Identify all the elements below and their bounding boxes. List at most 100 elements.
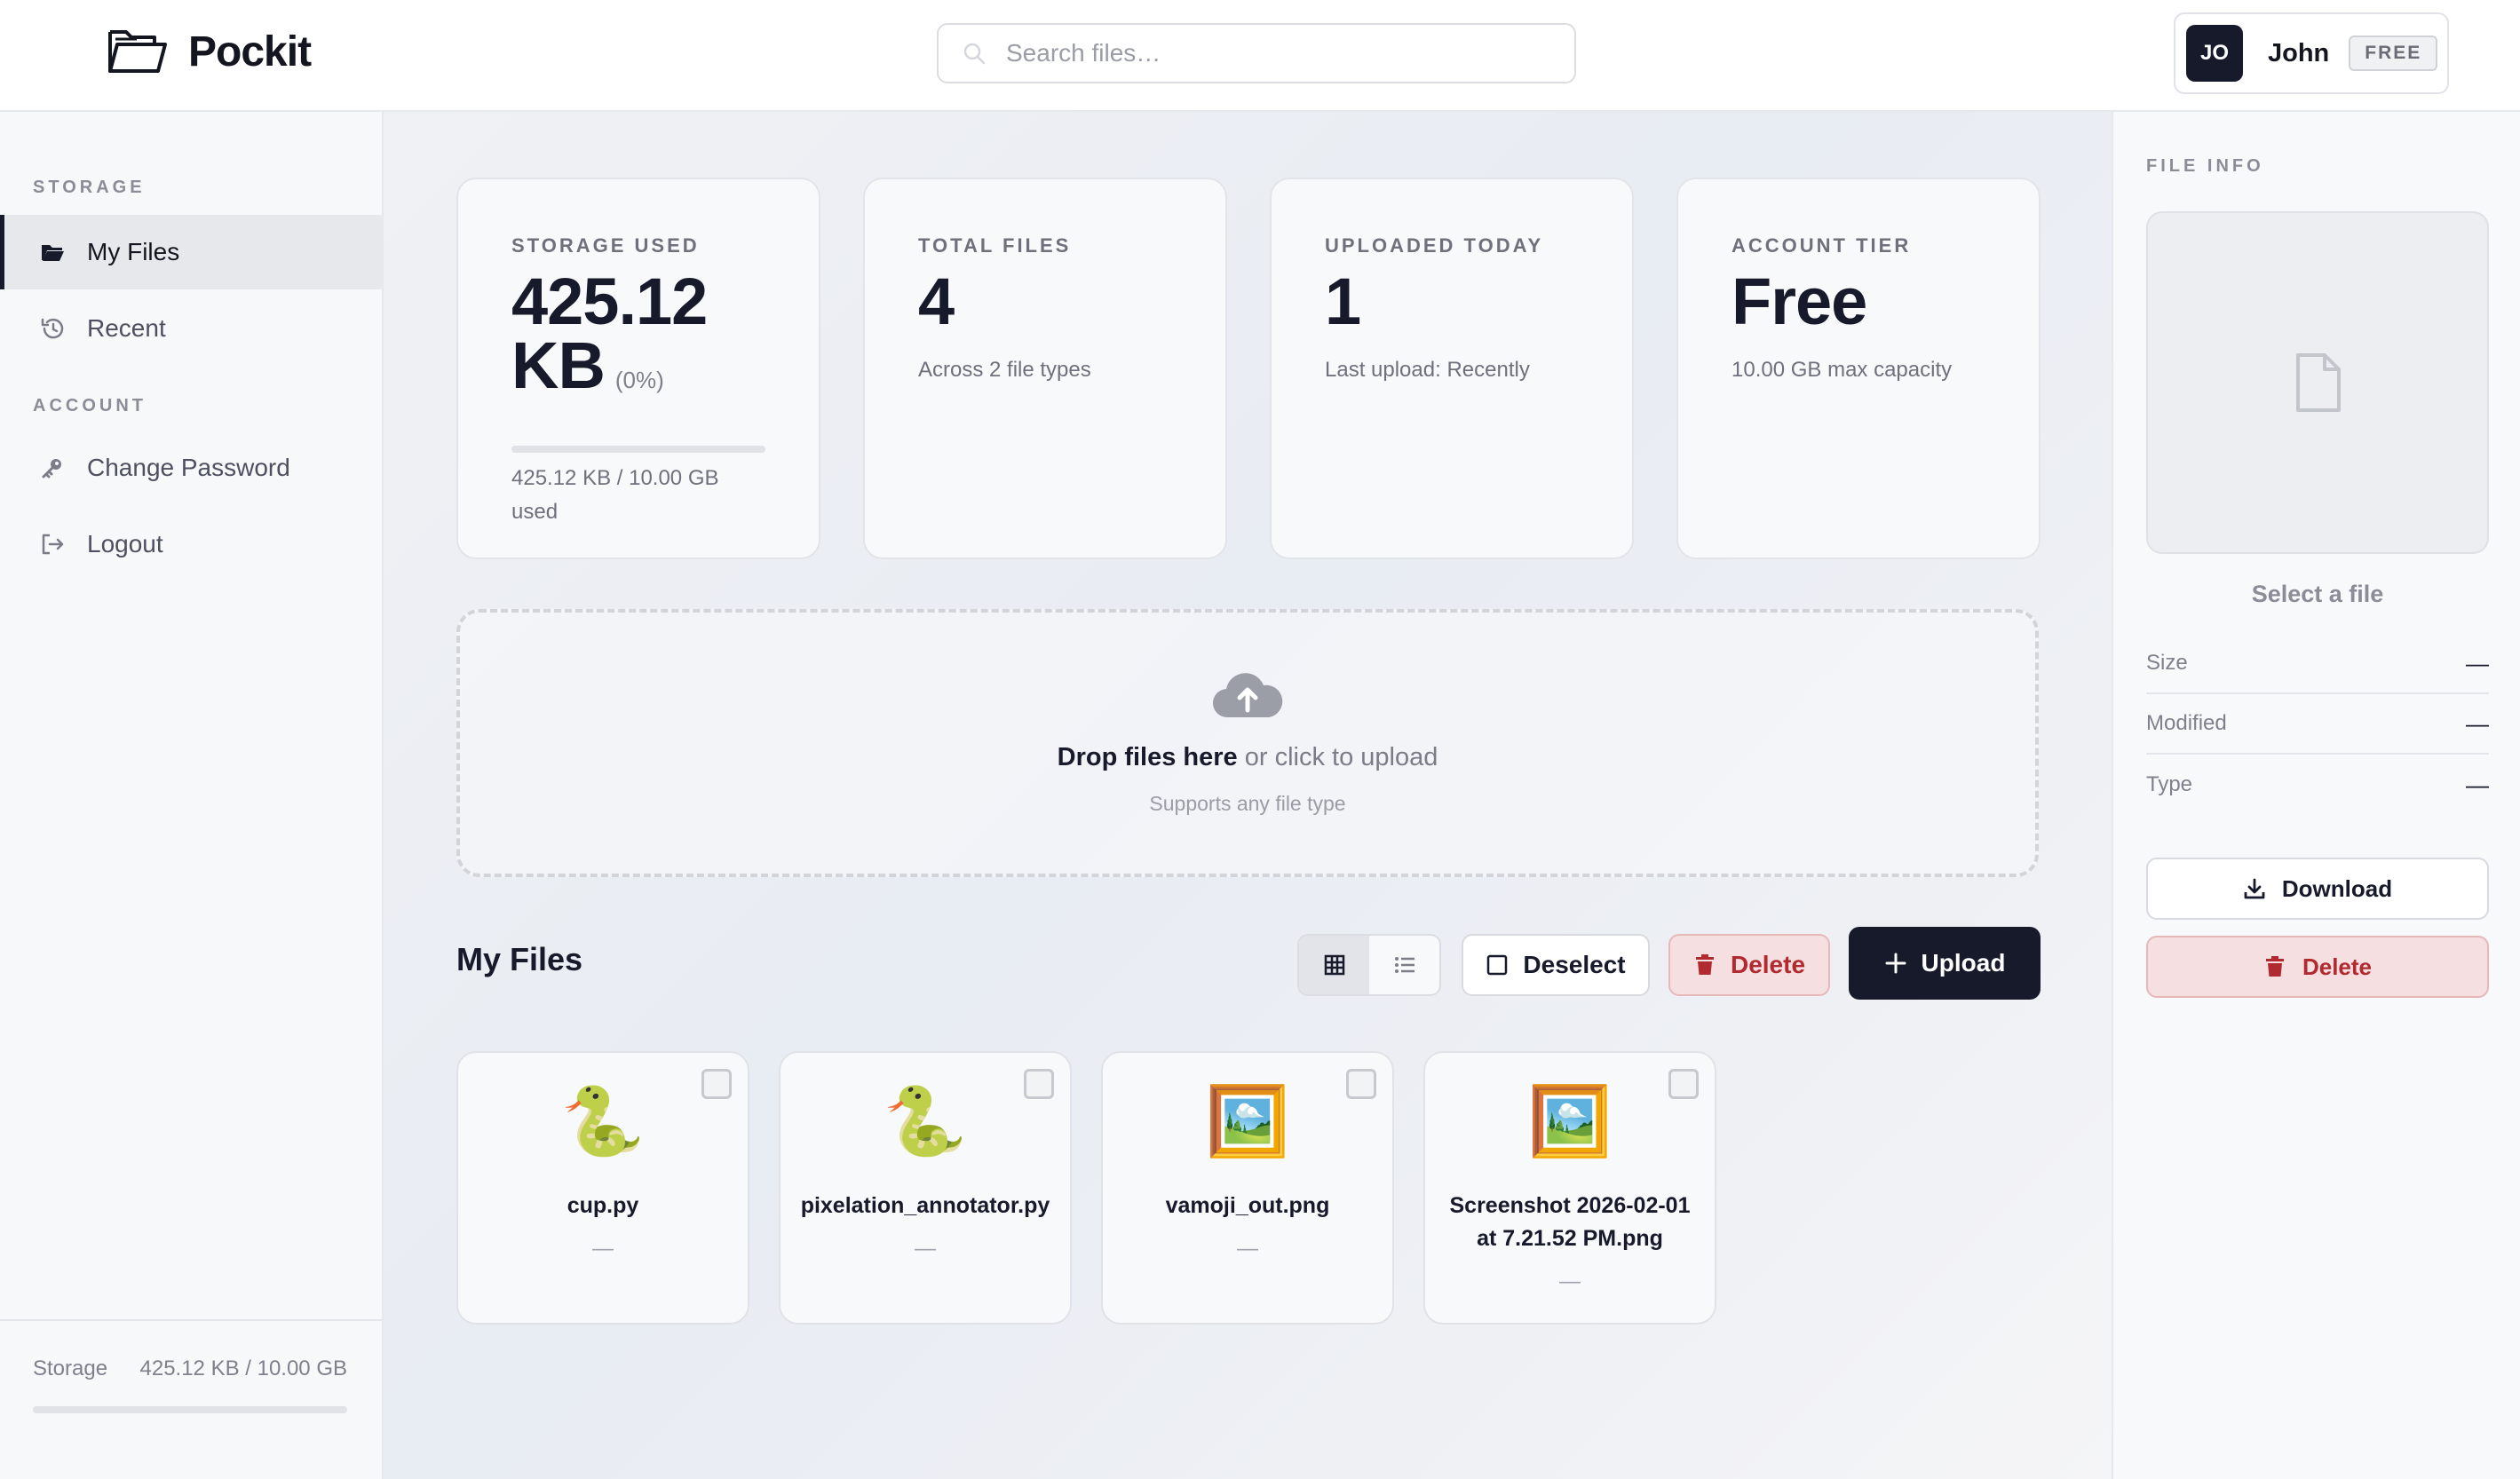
stat-label: ACCOUNT TIER — [1732, 234, 1912, 257]
user-menu[interactable]: JO John FREE — [2174, 12, 2449, 94]
file-meta: — — [915, 1237, 936, 1261]
file-preview — [2146, 211, 2489, 554]
sidebar-section-account: ACCOUNT — [33, 396, 147, 415]
file-name: cup.py — [567, 1193, 639, 1218]
file-info-label: FILE INFO — [2146, 156, 2264, 176]
stat-value: 1 — [1325, 265, 1361, 338]
file-name: vamoji_out.png — [1165, 1193, 1330, 1218]
info-value: — — [2466, 709, 2489, 737]
stat-percent: (0%) — [614, 367, 664, 393]
storage-label: Storage — [33, 1356, 108, 1380]
upload-dropzone[interactable]: Drop files here or click to upload Suppo… — [456, 609, 2039, 877]
info-row-size: Size — — [2146, 634, 2489, 694]
stat-card-storage-used: STORAGE USED 425.12 KB (0%) 425.12 KB / 1… — [456, 178, 820, 559]
stat-card-total-files: TOTAL FILES 4 Across 2 file types — [863, 178, 1227, 559]
stat-card-uploaded-today: UPLOADED TODAY 1 Last upload: Recently — [1270, 178, 1634, 559]
info-value: — — [2466, 771, 2489, 798]
file-card[interactable]: 🐍 pixelation_annotator.py — — [779, 1051, 1072, 1325]
storage-used-progress-bar — [511, 446, 765, 453]
grid-icon — [1324, 954, 1344, 976]
folder-logo-icon — [108, 30, 167, 73]
file-info-panel: FILE INFO Select a file Size — Modified … — [2112, 112, 2520, 1479]
stat-sub: 10.00 GB max capacity — [1732, 358, 1953, 382]
main-content: STORAGE USED 425.12 KB (0%) 425.12 KB / 1… — [384, 112, 2112, 1479]
upload-label: Upload — [1921, 949, 2006, 977]
trash-icon — [2265, 956, 2284, 977]
info-row-type: Type — — [2146, 755, 2489, 815]
dropzone-text: Drop files here or click to upload — [460, 743, 2035, 772]
select-file-message: Select a file — [2251, 581, 2384, 607]
upload-button[interactable]: Upload — [1849, 927, 2041, 1000]
stat-sub: 425.12 KB / 10.00 GB used — [511, 466, 719, 524]
stat-value-text: 425.12 KB — [511, 265, 708, 402]
list-view-button[interactable] — [1369, 936, 1439, 994]
dropzone-subtext: Supports any file type — [1149, 792, 1346, 815]
panel-delete-label: Delete — [2302, 953, 2373, 980]
file-select-checkbox[interactable] — [701, 1069, 732, 1099]
files-section-title: My Files — [456, 941, 583, 977]
top-bar: Pockit JO John FREE — [0, 0, 2520, 112]
file-meta: — — [1559, 1269, 1581, 1293]
stat-value: Free — [1732, 265, 1867, 338]
sidebar-item-label: Change Password — [87, 454, 290, 481]
app-name: Pockit — [188, 28, 312, 75]
dropzone-strong: Drop files here — [1057, 743, 1238, 771]
file-card[interactable]: 🖼️ vamoji_out.png — — [1101, 1051, 1394, 1325]
file-select-checkbox[interactable] — [1668, 1069, 1699, 1099]
app-logo[interactable]: Pockit — [107, 25, 312, 78]
sidebar-item-label: Logout — [87, 530, 163, 558]
trash-icon — [1695, 954, 1714, 975]
info-key: Size — [2146, 651, 2188, 675]
download-label: Download — [2281, 874, 2393, 902]
sidebar-item-label: My Files — [87, 238, 180, 265]
sidebar-item-logout[interactable]: Logout — [0, 507, 382, 581]
view-mode-toggle — [1297, 934, 1441, 996]
avatar: JO — [2186, 25, 2243, 82]
sidebar-item-label: Recent — [87, 314, 166, 342]
key-icon — [42, 459, 61, 478]
file-meta: — — [1237, 1237, 1258, 1261]
tier-badge: FREE — [2349, 36, 2438, 71]
info-row-modified: Modified — — [2146, 694, 2489, 755]
deselect-button[interactable]: Deselect — [1462, 934, 1650, 996]
folder-open-icon — [42, 245, 64, 261]
document-icon — [2296, 353, 2341, 412]
sidebar: STORAGE My Files Recent ACCOUNT Change P… — [0, 112, 384, 1479]
user-name: John — [2268, 38, 2330, 67]
sidebar-item-change-password[interactable]: Change Password — [0, 431, 382, 505]
plus-icon — [1885, 953, 1906, 974]
file-card[interactable]: 🐍 cup.py — — [456, 1051, 749, 1325]
stat-sub: Last upload: Recently — [1325, 358, 1530, 382]
storage-value: 425.12 KB / 10.00 GB — [139, 1356, 348, 1380]
sidebar-section-storage: STORAGE — [33, 178, 146, 197]
file-meta: — — [592, 1237, 614, 1261]
delete-button[interactable]: Delete — [1668, 934, 1830, 996]
sidebar-item-recent[interactable]: Recent — [0, 291, 382, 366]
search-input[interactable] — [1006, 39, 1539, 67]
download-icon — [2244, 878, 2265, 899]
file-select-checkbox[interactable] — [1346, 1069, 1376, 1099]
stat-sub: Across 2 file types — [918, 358, 1091, 382]
file-select-checkbox[interactable] — [1024, 1069, 1054, 1099]
search-box[interactable] — [937, 23, 1576, 83]
storage-progress-bar — [33, 1406, 347, 1413]
stat-value: 425.12 KB (0%) — [511, 269, 778, 412]
info-value: — — [2466, 649, 2489, 676]
checkbox-empty-icon — [1487, 954, 1508, 976]
stat-label: STORAGE USED — [511, 234, 700, 257]
list-icon — [1394, 957, 1415, 973]
info-key: Modified — [2146, 711, 2227, 735]
cloud-upload-icon — [1212, 673, 1283, 718]
search-icon — [963, 43, 986, 65]
stat-card-account-tier: ACCOUNT TIER Free 10.00 GB max capacity — [1676, 178, 2041, 559]
file-name: Screenshot 2026-02-01 at 7.21.52 PM.png — [1449, 1193, 1691, 1251]
download-button[interactable]: Download — [2146, 858, 2489, 920]
stat-label: TOTAL FILES — [918, 234, 1072, 257]
panel-delete-button[interactable]: Delete — [2146, 936, 2489, 998]
grid-view-button[interactable] — [1299, 936, 1369, 994]
file-name: pixelation_annotator.py — [800, 1193, 1050, 1218]
logout-icon — [42, 534, 64, 555]
stat-value: 4 — [918, 265, 955, 338]
sidebar-item-my-files[interactable]: My Files — [0, 215, 382, 289]
file-card[interactable]: 🖼️ Screenshot 2026-02-01 at 7.21.52 PM.p… — [1423, 1051, 1716, 1325]
